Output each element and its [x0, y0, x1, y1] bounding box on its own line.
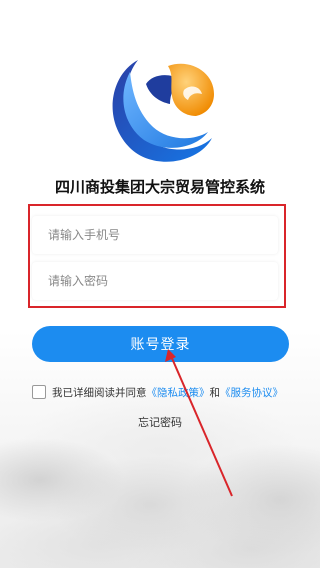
- password-field[interactable]: [32, 262, 278, 300]
- forgot-password-link[interactable]: 忘记密码: [0, 414, 320, 430]
- service-agreement-link[interactable]: 《服务协议》: [220, 385, 283, 400]
- login-button-label: 账号登录: [130, 337, 191, 353]
- cloud-background: [0, 330, 320, 568]
- phone-field[interactable]: [32, 216, 278, 254]
- phone-input[interactable]: [32, 216, 278, 254]
- signal-icon: [292, 2, 303, 13]
- status-time: 9:56: [6, 2, 31, 15]
- company-logo: [112, 60, 214, 162]
- agreement-text: 我已详细阅读并同意: [52, 386, 147, 399]
- battery-icon: [307, 2, 314, 13]
- privacy-policy-link[interactable]: 《隐私政策》: [147, 385, 210, 400]
- login-button[interactable]: 账号登录: [32, 326, 289, 362]
- password-input[interactable]: [32, 262, 278, 300]
- agreement-conjunction: 和: [209, 386, 221, 399]
- agreement-row: 我已详细阅读并同意 《隐私政策》 和 《服务协议》: [32, 384, 283, 400]
- wifi-icon: [276, 3, 288, 12]
- agreement-checkbox[interactable]: [32, 385, 46, 399]
- status-bar: 9:56: [0, 0, 320, 18]
- status-icons: [276, 2, 314, 13]
- app-title: 四川商投集团大宗贸易管控系统: [54, 178, 265, 196]
